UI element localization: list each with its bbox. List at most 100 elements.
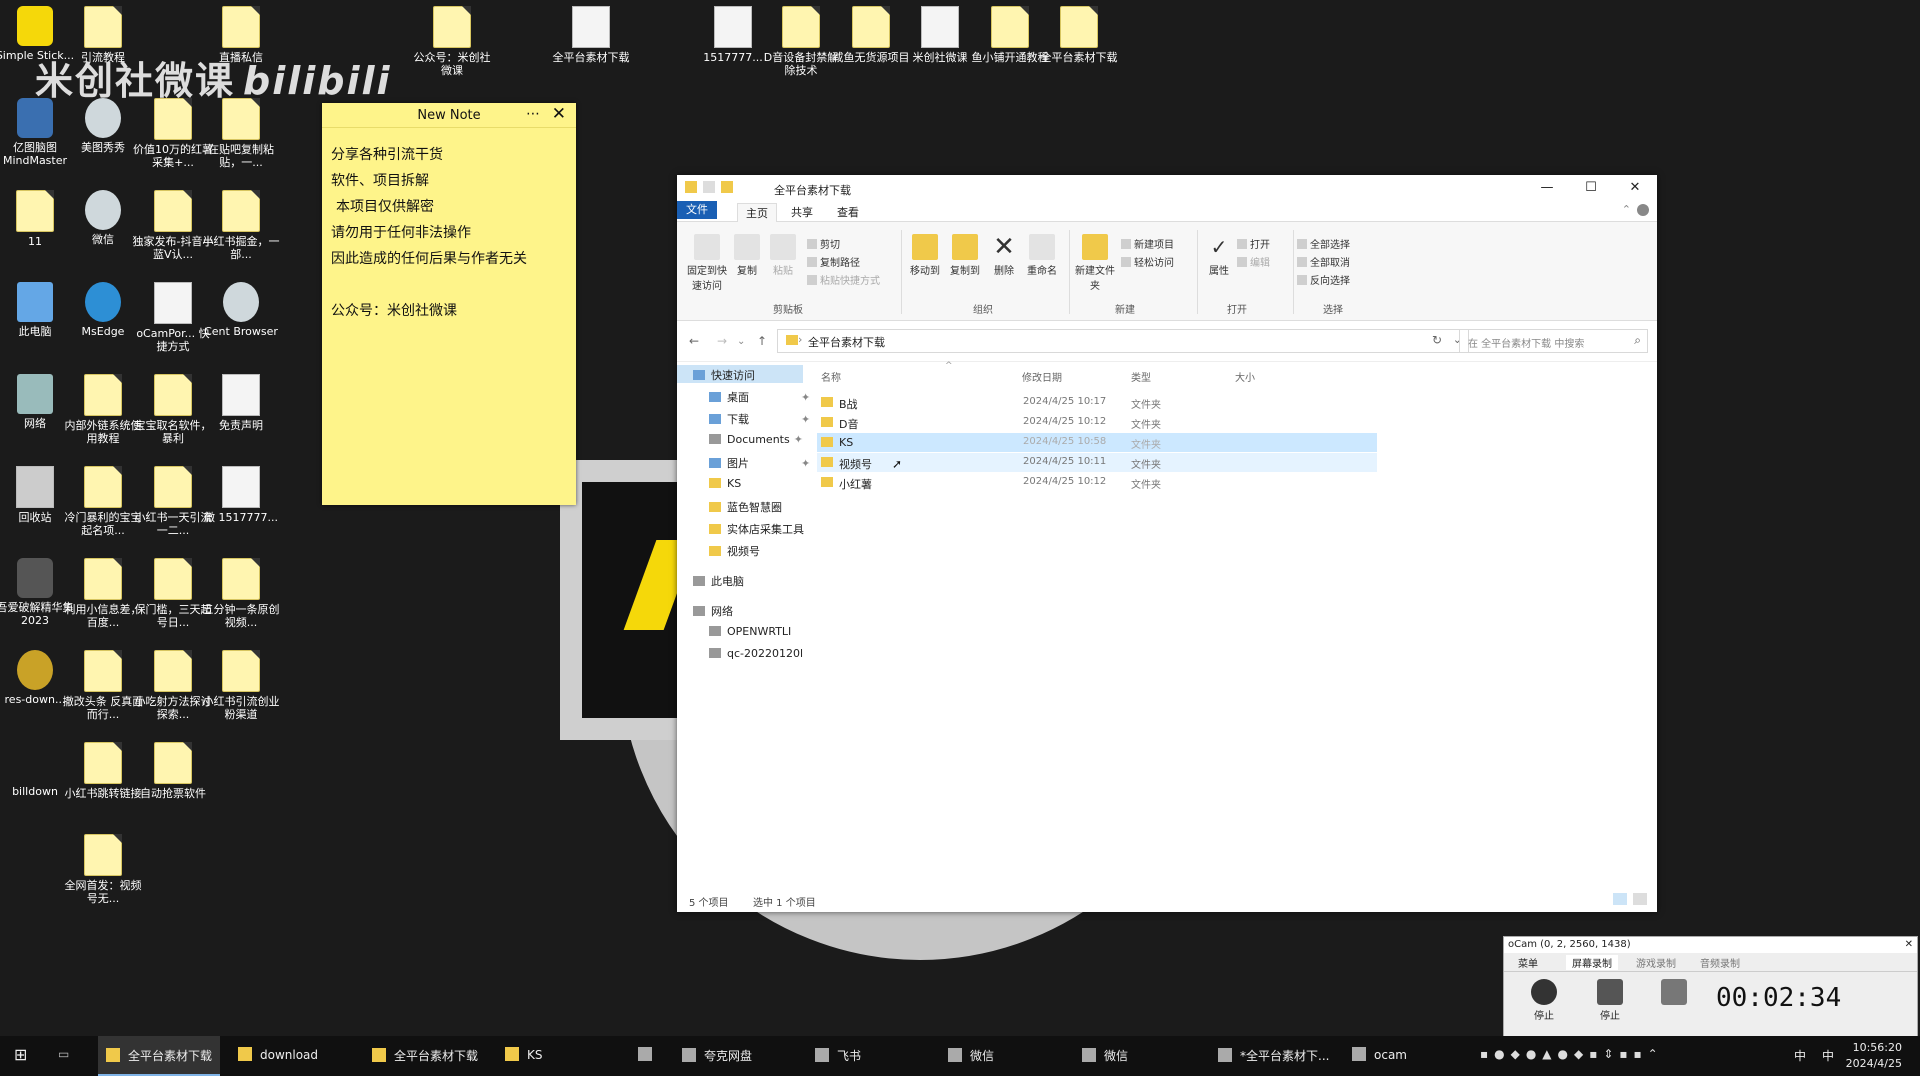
nav-item-folder[interactable]: 实体店采集工具 bbox=[709, 521, 804, 537]
nav-item-folder[interactable]: 视频号 bbox=[709, 543, 760, 559]
large-icons-view-icon[interactable] bbox=[1633, 893, 1647, 905]
nav-item-network[interactable]: 网络 bbox=[693, 603, 733, 619]
more-icon[interactable]: ⋯ bbox=[526, 106, 540, 122]
desktop-icon[interactable]: 公众号：米创社微课 bbox=[411, 6, 493, 77]
nav-item-network-device[interactable]: qc-20220120l bbox=[709, 647, 803, 660]
ocam-tab-game-record[interactable]: 游戏录制 bbox=[1636, 955, 1676, 970]
invert-selection-button[interactable]: 反向选择 bbox=[1297, 272, 1350, 287]
nav-item-desktop[interactable]: 桌面 ✦ bbox=[709, 389, 810, 405]
desktop-icon[interactable]: 直播私信 bbox=[200, 6, 282, 64]
collapse-ribbon-icon[interactable]: ⌃ bbox=[1622, 203, 1631, 216]
ocam-recorder[interactable]: oCam (0, 2, 2560, 1438) ✕ 菜单 屏幕录制 游戏录制 音频… bbox=[1503, 936, 1918, 1042]
column-header-size[interactable]: 大小 bbox=[1235, 369, 1255, 384]
desktop-icon[interactable]: 全网首发：视频号无... bbox=[62, 834, 144, 905]
sticky-note[interactable]: New Note ⋯ ✕ 分享各种引流干货 软件、项目拆解 本项目仅供解密 请勿… bbox=[322, 103, 576, 505]
taskbar-item[interactable]: 全平台素材下载 bbox=[98, 1036, 221, 1076]
details-view-icon[interactable] bbox=[1613, 893, 1627, 905]
column-header-type[interactable]: 类型 bbox=[1131, 369, 1151, 384]
move-to-button[interactable]: 移动到 bbox=[905, 234, 945, 277]
nav-item-network-device[interactable]: OPENWRTLI bbox=[709, 625, 791, 638]
copy-to-button[interactable]: 复制到 bbox=[945, 234, 985, 277]
search-input[interactable]: 在 全平台素材下载 中搜索 ⌕ bbox=[1459, 329, 1648, 353]
nav-item-downloads[interactable]: 下载 ✦ bbox=[709, 411, 810, 427]
address-bar[interactable]: › 全平台素材下载 ⌄ bbox=[777, 329, 1469, 353]
ime-indicator[interactable]: 中 bbox=[1794, 1047, 1806, 1064]
folder-icon[interactable] bbox=[685, 181, 697, 193]
desktop-icon[interactable]: 引流教程 bbox=[62, 6, 144, 64]
task-view-button[interactable]: ▭ bbox=[58, 1047, 69, 1061]
taskbar-item[interactable]: download bbox=[238, 1047, 318, 1062]
desktop-icon[interactable]: 免责声明 bbox=[200, 374, 282, 432]
taskbar-item-store[interactable] bbox=[638, 1047, 660, 1062]
refresh-icon[interactable]: ↻ bbox=[1432, 333, 1442, 347]
properties-button[interactable]: ✓ 属性 bbox=[1201, 234, 1237, 277]
paste-shortcut-button[interactable]: 粘贴快捷方式 bbox=[807, 272, 880, 287]
system-tray-icons[interactable]: ▪●◆●▲●◆▪⇕▪▪⌃ bbox=[1480, 1047, 1664, 1061]
desktop-icon[interactable]: 微 1517777... bbox=[200, 466, 282, 524]
cut-button[interactable]: 剪切 bbox=[807, 236, 840, 251]
desktop-icon[interactable]: 全平台素材下载 bbox=[1038, 6, 1120, 64]
select-none-button[interactable]: 全部取消 bbox=[1297, 254, 1350, 269]
tab-file[interactable]: 文件 bbox=[677, 201, 717, 219]
breadcrumb-chevron-icon[interactable]: › bbox=[798, 333, 802, 346]
open-button[interactable]: 打开 bbox=[1237, 236, 1270, 251]
easy-access-button[interactable]: 轻松访问 bbox=[1121, 254, 1174, 269]
forward-icon[interactable]: → bbox=[717, 334, 727, 348]
nav-item-ks[interactable]: KS bbox=[709, 477, 741, 490]
tab-home[interactable]: 主页 bbox=[737, 203, 777, 222]
table-row[interactable]: B战 2024/4/25 10:17 文件夹 bbox=[817, 393, 1377, 412]
pin-quick-access-button[interactable]: 固定到快速访问 bbox=[685, 234, 729, 292]
desktop-icon[interactable]: 小红书掘金，一部... bbox=[200, 190, 282, 261]
maximize-button[interactable]: ☐ bbox=[1569, 175, 1613, 201]
taskbar-item[interactable]: ocam bbox=[1352, 1047, 1407, 1062]
close-button[interactable]: ✕ bbox=[1613, 175, 1657, 201]
ime-indicator[interactable]: 中 bbox=[1822, 1047, 1834, 1064]
minimize-button[interactable]: — bbox=[1525, 175, 1569, 201]
desktop-icon[interactable]: 五分钟一条原创视频... bbox=[200, 558, 282, 629]
tab-view[interactable]: 查看 bbox=[829, 203, 867, 221]
copy-path-button[interactable]: 复制路径 bbox=[807, 254, 860, 269]
ocam-title-bar[interactable]: oCam (0, 2, 2560, 1438) ✕ bbox=[1504, 937, 1917, 953]
ocam-tab-audio-record[interactable]: 音频录制 bbox=[1700, 955, 1740, 970]
taskbar-item[interactable]: 夸克网盘 bbox=[682, 1047, 752, 1064]
file-explorer-window[interactable]: 全平台素材下载 — ☐ ✕ 文件 主页 共享 查看 ⌃ 固定到快速访问 复制 粘… bbox=[677, 175, 1657, 912]
taskbar-item[interactable]: *全平台素材下... bbox=[1218, 1047, 1329, 1064]
table-row[interactable]: 小红薯 2024/4/25 10:12 文件夹 bbox=[817, 473, 1377, 492]
desktop-icon[interactable]: 小红书引流创业粉渠道 bbox=[200, 650, 282, 721]
nav-item-this-pc[interactable]: 此电脑 bbox=[693, 573, 744, 589]
taskbar-item[interactable]: 微信 bbox=[948, 1047, 994, 1064]
nav-item-folder[interactable]: 蓝色智慧圈 bbox=[709, 499, 782, 515]
note-body[interactable]: 分享各种引流干货 软件、项目拆解 本项目仅供解密 请勿用于任何非法操作 因此造成… bbox=[322, 128, 576, 338]
delete-button[interactable]: ✕ 删除 bbox=[987, 234, 1021, 277]
copy-button[interactable]: 复制 bbox=[729, 234, 765, 277]
breadcrumb[interactable]: 全平台素材下载 bbox=[808, 334, 885, 350]
new-folder-icon[interactable] bbox=[721, 181, 733, 193]
properties-icon[interactable] bbox=[703, 181, 715, 193]
stop-button[interactable]: 停止 bbox=[1524, 979, 1564, 1022]
up-icon[interactable]: ↑ bbox=[757, 334, 767, 348]
help-icon[interactable] bbox=[1637, 204, 1649, 216]
desktop-icon[interactable]: 在贴吧复制粘贴，一... bbox=[200, 98, 282, 169]
column-header-date[interactable]: 修改日期 bbox=[1022, 369, 1062, 384]
title-bar[interactable]: 全平台素材下载 — ☐ ✕ bbox=[677, 175, 1657, 201]
nav-item-documents[interactable]: Documents ✦ bbox=[709, 433, 803, 446]
taskbar-item[interactable]: 全平台素材下载 bbox=[372, 1047, 478, 1064]
rename-button[interactable]: 重命名 bbox=[1021, 234, 1063, 277]
new-folder-button[interactable]: 新建文件夹 bbox=[1073, 234, 1117, 292]
nav-item-pictures[interactable]: 图片 ✦ bbox=[709, 455, 810, 471]
paste-button[interactable]: 粘贴 bbox=[765, 234, 801, 277]
start-button[interactable]: ⊞ bbox=[14, 1045, 27, 1064]
desktop-icon[interactable]: 全平台素材下载 bbox=[550, 6, 632, 64]
column-header-name[interactable]: 名称 bbox=[821, 369, 841, 384]
taskbar-item[interactable]: KS bbox=[505, 1047, 543, 1062]
close-icon[interactable]: ✕ bbox=[552, 104, 566, 124]
tab-share[interactable]: 共享 bbox=[783, 203, 821, 221]
desktop-icon[interactable]: 自动抢票软件 bbox=[132, 742, 214, 800]
nav-item-quick-access[interactable]: 快速访问 bbox=[693, 367, 755, 383]
note-header[interactable]: New Note ⋯ ✕ bbox=[322, 103, 576, 128]
back-icon[interactable]: ← bbox=[689, 334, 699, 348]
taskbar-item[interactable]: 微信 bbox=[1082, 1047, 1128, 1064]
table-row[interactable]: D音 2024/4/25 10:12 文件夹 bbox=[817, 413, 1377, 432]
ocam-tab-screen-record[interactable]: 屏幕录制 bbox=[1566, 955, 1618, 970]
new-item-button[interactable]: 新建项目 bbox=[1121, 236, 1174, 251]
